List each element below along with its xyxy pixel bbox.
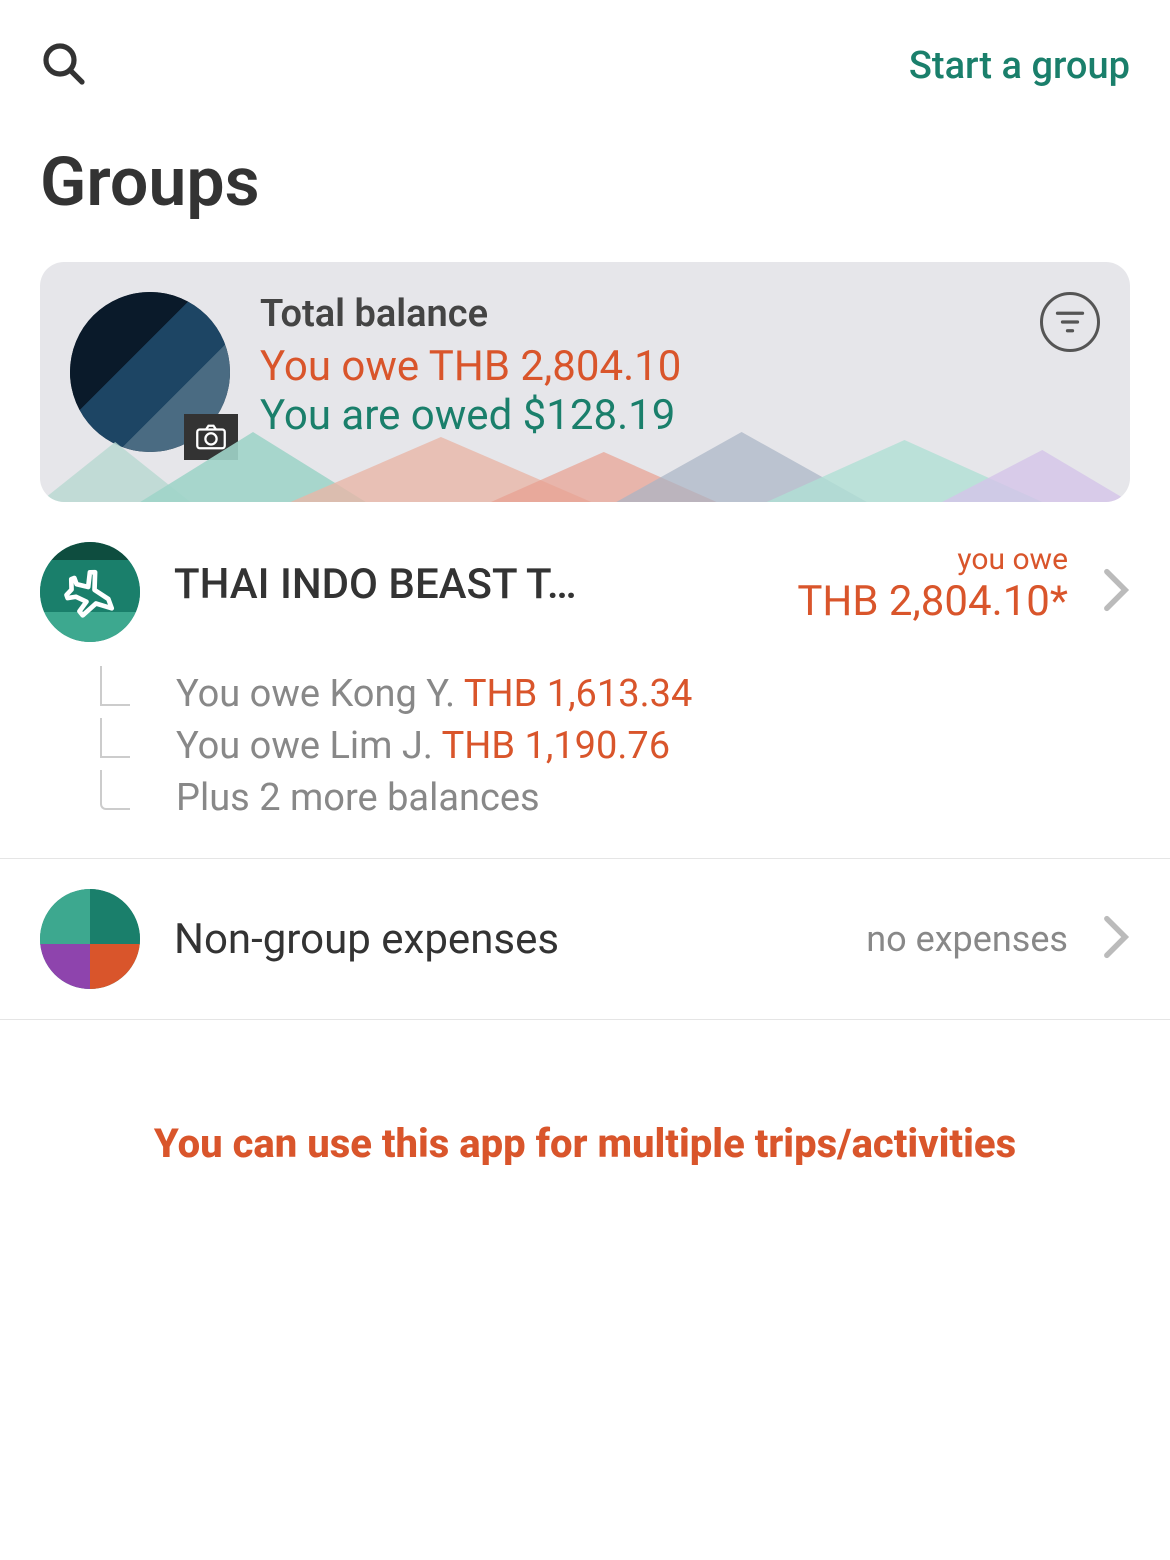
promo-text: You can use this app for multiple trips/…	[0, 1020, 1170, 1167]
group-avatar	[40, 542, 140, 642]
branch-line	[100, 770, 130, 810]
group-name: THAI INDO BEAST T…	[174, 560, 577, 609]
branch-line	[100, 718, 130, 758]
you-owe-total: You owe THB 2,804.10	[260, 342, 1010, 391]
avatar[interactable]	[70, 292, 230, 452]
page-title: Groups	[0, 112, 1170, 262]
more-balances: Plus 2 more balances	[176, 776, 540, 820]
group-row[interactable]: THAI INDO BEAST T… you owe THB 2,804.10*	[0, 502, 1170, 662]
decorative-triangles	[40, 432, 1130, 502]
balance-label: Total balance	[260, 292, 1010, 336]
group-row[interactable]: Non-group expenses no expenses	[0, 858, 1170, 1020]
start-group-button[interactable]: Start a group	[909, 44, 1130, 88]
status-label: no expenses	[866, 918, 1068, 960]
group-avatar	[40, 889, 140, 989]
group-name: Non-group expenses	[174, 915, 559, 964]
filter-button[interactable]	[1040, 292, 1100, 352]
chevron-right-icon	[1102, 915, 1130, 963]
search-icon[interactable]	[40, 40, 88, 92]
airplane-icon	[53, 554, 126, 630]
balance-details: You owe Kong Y. THB 1,613.34 You owe Lim…	[0, 662, 1170, 858]
status-label: you owe	[797, 542, 1068, 577]
group-amount: THB 2,804.10*	[797, 577, 1068, 626]
chevron-right-icon	[1102, 568, 1130, 616]
balance-card: Total balance You owe THB 2,804.10 You a…	[40, 262, 1130, 502]
balance-line: You owe Kong Y. THB 1,613.34	[176, 672, 692, 716]
header: Start a group	[0, 0, 1170, 112]
branch-line	[100, 666, 130, 706]
balance-line: You owe Lim J. THB 1,190.76	[176, 724, 670, 768]
